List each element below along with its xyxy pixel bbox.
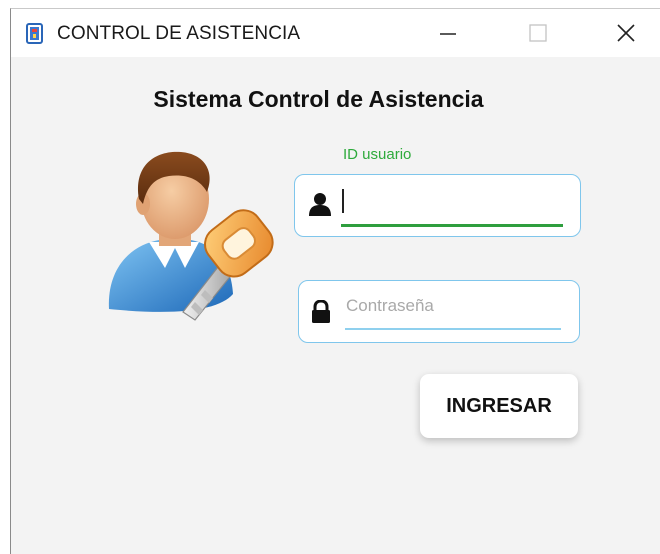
minimize-button[interactable] xyxy=(418,9,478,57)
password-underline xyxy=(345,328,561,330)
page-title: Sistema Control de Asistencia xyxy=(153,86,484,112)
close-button[interactable] xyxy=(596,9,656,57)
user-id-field[interactable] xyxy=(294,174,581,237)
app-icon xyxy=(26,23,43,44)
lock-icon xyxy=(312,300,330,323)
user-id-underline xyxy=(341,224,563,227)
maximize-icon xyxy=(529,24,547,42)
text-cursor xyxy=(342,189,344,213)
window-title: CONTROL DE ASISTENCIA xyxy=(57,23,301,44)
close-icon xyxy=(617,24,635,42)
user-id-label: ID usuario xyxy=(343,146,412,163)
app-window: CONTROL DE ASISTENCIA Sistema Control de… xyxy=(10,8,660,554)
user-key-icon xyxy=(108,151,274,321)
title-bar[interactable]: CONTROL DE ASISTENCIA xyxy=(11,9,660,57)
maximize-button[interactable] xyxy=(508,9,568,57)
ingresar-button[interactable]: INGRESAR xyxy=(420,374,578,438)
minimize-icon xyxy=(440,33,456,35)
user-icon xyxy=(309,193,331,216)
password-placeholder: Contraseña xyxy=(346,296,434,315)
password-field[interactable]: Contraseña xyxy=(298,280,580,343)
